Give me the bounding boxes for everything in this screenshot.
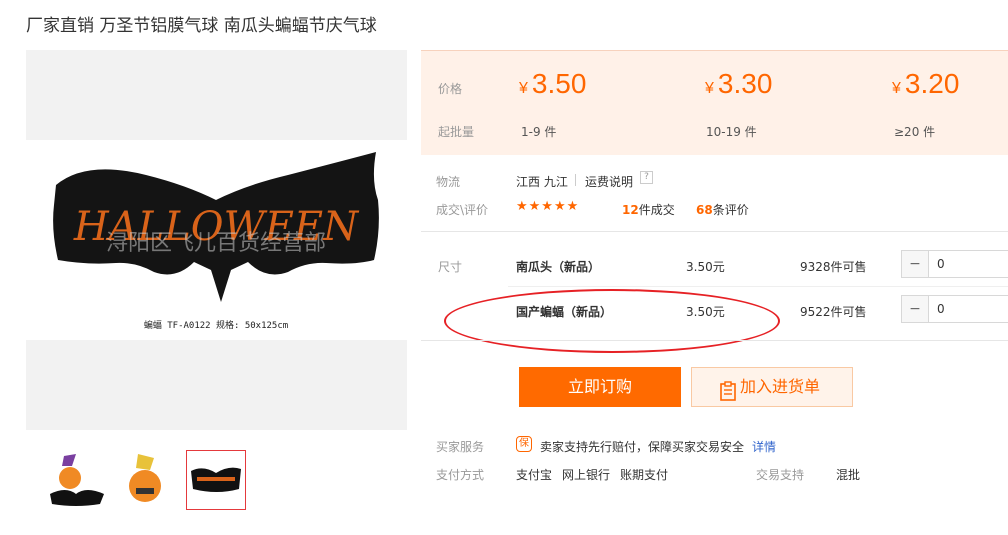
price-tier-3: ¥3.20 — [892, 68, 959, 100]
currency-symbol: ¥ — [892, 80, 901, 97]
logistics-label: 物流 — [436, 175, 461, 189]
stats-label: 成交\评价 — [436, 203, 489, 217]
quantity-stepper-2[interactable]: − 0 — [901, 295, 1008, 323]
tier-1-qty: 1-9 件 — [521, 125, 557, 139]
sku-stock-2: 9522件可售 — [800, 305, 867, 319]
help-icon[interactable]: ? — [640, 171, 653, 184]
thumbnail-1[interactable] — [46, 450, 106, 510]
quantity-value[interactable]: 0 — [937, 251, 945, 277]
product-title: 厂家直销 万圣节铝膜气球 南瓜头蝙蝠节庆气球 — [26, 16, 377, 36]
image-caption: 蝙蝠 TF-A0122 规格: 50x125cm — [144, 319, 288, 331]
bat-thumb-icon — [191, 467, 241, 492]
currency-symbol: ¥ — [519, 80, 528, 97]
annotation-circle — [444, 289, 780, 353]
guarantee-badge-icon: 保 — [516, 436, 532, 452]
sku-price-1: 3.50元 — [686, 260, 725, 274]
section-divider — [421, 340, 1008, 341]
main-product-image[interactable]: HALLOWEEN 浔阳区飞儿百货经营部 蝙蝠 TF-A0122 规格: 50x… — [26, 50, 407, 430]
deals-number: 12 — [622, 203, 639, 217]
currency-symbol: ¥ — [705, 80, 714, 97]
size-label: 尺寸 — [438, 260, 463, 274]
tier-2-qty: 10-19 件 — [706, 125, 757, 139]
price-tier-2: ¥3.30 — [705, 68, 772, 100]
price-value: 3.50 — [531, 68, 587, 99]
tier-3-qty: ≥20 件 — [894, 125, 936, 139]
price-label: 价格 — [438, 82, 463, 96]
reviews-count[interactable]: 68条评价 — [696, 201, 749, 218]
reviews-number: 68 — [696, 203, 713, 217]
minus-button[interactable]: − — [902, 296, 929, 322]
service-text: 卖家支持先行赔付，保障买家交易安全 — [540, 440, 745, 454]
clipboard-icon — [720, 377, 736, 415]
add-to-purchase-list-button[interactable]: 加入进货单 — [691, 367, 853, 407]
deals-unit: 件成交 — [638, 203, 675, 217]
add-to-list-label: 加入进货单 — [740, 377, 821, 396]
minus-button[interactable]: − — [902, 251, 929, 277]
quantity-value[interactable]: 0 — [937, 296, 945, 322]
image-band: HALLOWEEN 浔阳区飞儿百货经营部 蝙蝠 TF-A0122 规格: 50x… — [26, 140, 407, 340]
rating-stars-icon: ★★★★★ — [516, 199, 580, 214]
bat-balloon-image: HALLOWEEN 浔阳区飞儿百货经营部 蝙蝠 TF-A0122 规格: 50x… — [53, 152, 379, 331]
buy-now-button[interactable]: 立即订购 — [519, 367, 681, 407]
quantity-stepper-1[interactable]: − 0 — [901, 250, 1008, 278]
origin-location: 江西 九江 — [516, 175, 568, 189]
watermark-text: 浔阳区飞儿百货经营部 — [106, 231, 326, 256]
price-value: 3.30 — [717, 68, 773, 99]
deals-count[interactable]: 12件成交 — [622, 201, 675, 218]
sku-name-1: 南瓜头（新品） — [516, 260, 601, 274]
moq-label: 起批量 — [438, 125, 475, 139]
payment-online-bank: 网上银行 — [562, 468, 611, 482]
service-details-link[interactable]: 详情 — [752, 438, 776, 455]
shipping-info-link[interactable]: 运费说明 — [585, 173, 633, 190]
divider — [575, 174, 576, 186]
payment-label: 支付方式 — [436, 468, 485, 482]
price-tier-1: ¥3.50 — [519, 68, 586, 100]
payment-credit-term: 账期支付 — [620, 468, 669, 482]
sku-stock-1: 9328件可售 — [800, 260, 867, 274]
thumbnail-2[interactable] — [116, 450, 176, 510]
payment-alipay: 支付宝 — [516, 468, 553, 482]
pumpkin-thumb-icon — [129, 454, 161, 502]
pumpkin-bat-thumb-icon — [50, 454, 104, 506]
row-divider — [508, 286, 1008, 287]
reviews-unit: 条评价 — [712, 203, 749, 217]
price-value: 3.20 — [904, 68, 960, 99]
trade-support-label: 交易支持 — [756, 468, 805, 482]
trade-support-value: 混批 — [836, 468, 861, 482]
buyer-service-label: 买家服务 — [436, 440, 485, 454]
thumbnail-3-selected[interactable] — [186, 450, 246, 510]
section-divider — [421, 231, 1008, 232]
